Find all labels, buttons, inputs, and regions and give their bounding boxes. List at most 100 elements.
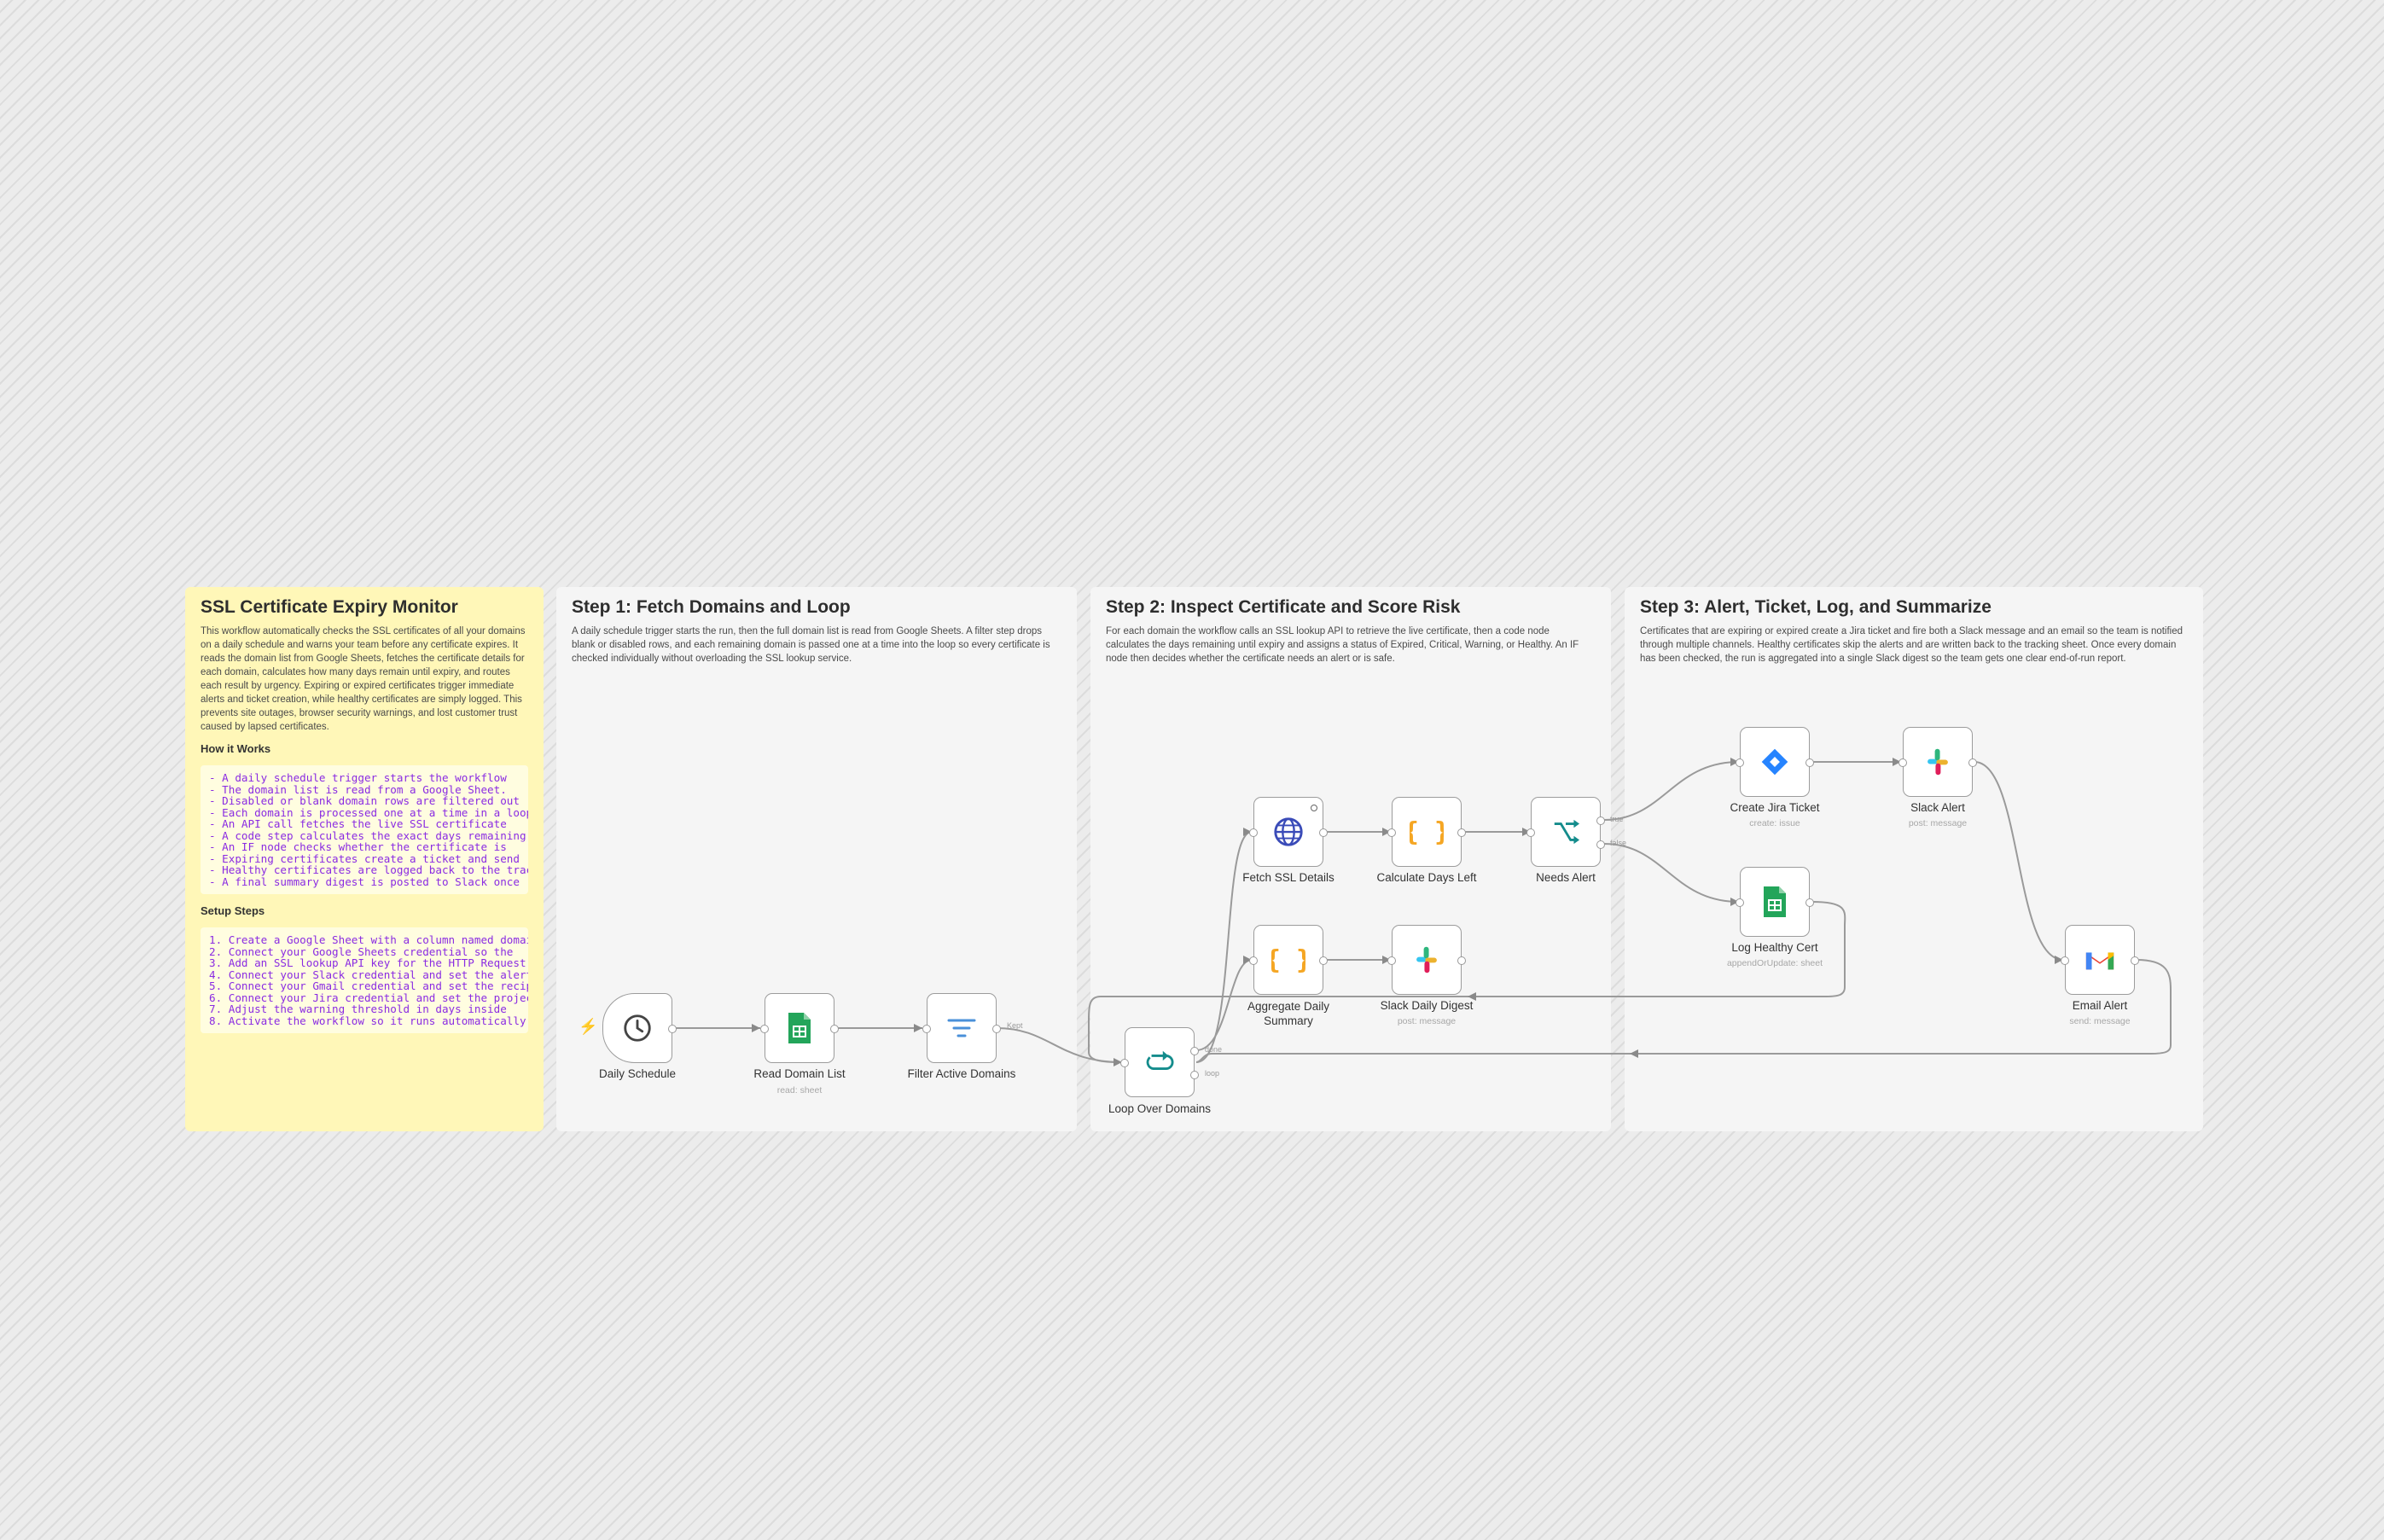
setup-line: 8. Activate the workflow so it runs auto… bbox=[209, 1014, 526, 1027]
step3-title: Step 3: Alert, Ticket, Log, and Summariz… bbox=[1640, 597, 1992, 617]
node-label: Log Healthy Cert bbox=[1731, 941, 1818, 954]
slack-icon bbox=[1928, 748, 1948, 776]
overview-sticky-note[interactable]: SSL Certificate Expiry Monitor This work… bbox=[185, 587, 544, 1131]
input-handle[interactable] bbox=[1736, 758, 1744, 767]
node-label: Fetch SSL Details bbox=[1242, 871, 1334, 884]
loop-output-handle[interactable] bbox=[1190, 1071, 1199, 1079]
node-label: Slack Daily Digest bbox=[1380, 999, 1474, 1012]
how-line: - Healthy certificates are logged back t… bbox=[209, 863, 528, 876]
kept-port-label: Kept bbox=[1007, 1021, 1023, 1030]
setup-line: 2. Connect your Google Sheets credential… bbox=[209, 944, 514, 958]
step3-description: Certificates that are expiring or expire… bbox=[1640, 626, 2183, 664]
overview-description: This workflow automatically checks the S… bbox=[201, 626, 526, 732]
google-sheets-icon bbox=[788, 1013, 811, 1043]
how-line: - Each domain is processed one at a time… bbox=[209, 805, 528, 819]
node-subtitle: appendOrUpdate: sheet bbox=[1726, 958, 1823, 968]
setup-line: 4. Connect your Slack credential and set… bbox=[209, 968, 528, 981]
needs-alert-node[interactable] bbox=[1526, 797, 1605, 867]
false-output-handle[interactable] bbox=[1596, 840, 1605, 849]
svg-text:{ }: { } bbox=[1271, 945, 1305, 975]
setup-line: 6. Connect your Jira credential and set … bbox=[209, 991, 528, 1004]
node-subtitle: read: sheet bbox=[776, 1085, 823, 1095]
input-handle[interactable] bbox=[1249, 828, 1258, 837]
how-line: - Disabled or blank domain rows are filt… bbox=[209, 794, 520, 807]
if-branch-icon bbox=[1554, 819, 1580, 845]
step1-description: A daily schedule trigger starts the run,… bbox=[572, 626, 1050, 664]
node-label: Calculate Days Left bbox=[1376, 871, 1477, 884]
aggregate-daily-summary-node[interactable]: { } bbox=[1249, 925, 1328, 995]
how-line: - An IF node checks whether the certific… bbox=[209, 840, 507, 853]
done-output-handle[interactable] bbox=[1190, 1047, 1199, 1055]
output-handle[interactable] bbox=[1968, 758, 1977, 767]
input-handle[interactable] bbox=[1249, 956, 1258, 965]
setup-line: 7. Adjust the warning threshold in days … bbox=[209, 1002, 507, 1015]
how-it-works-heading: How it Works bbox=[201, 742, 271, 755]
input-handle[interactable] bbox=[922, 1025, 931, 1033]
create-jira-ticket-node[interactable] bbox=[1736, 727, 1814, 797]
loop-over-domains-node[interactable] bbox=[1120, 1027, 1199, 1097]
svg-text:{ }: { } bbox=[1410, 817, 1444, 847]
output-handle[interactable] bbox=[1805, 758, 1814, 767]
input-handle[interactable] bbox=[1387, 828, 1396, 837]
output-handle[interactable] bbox=[1457, 956, 1466, 965]
how-line: - The domain list is read from a Google … bbox=[209, 782, 507, 796]
node-label: Email Alert bbox=[2072, 999, 2128, 1012]
how-line: - An API call fetches the live SSL certi… bbox=[209, 817, 507, 830]
output-handle[interactable] bbox=[1319, 828, 1328, 837]
log-healthy-cert-node[interactable] bbox=[1736, 867, 1814, 937]
node-label: Aggregate Daily Summary bbox=[1247, 1000, 1330, 1027]
slack-alert-node[interactable] bbox=[1898, 727, 1977, 797]
output-handle[interactable] bbox=[992, 1025, 1001, 1033]
loop-icon bbox=[1146, 1050, 1174, 1070]
trigger-bolt-icon: ⚡ bbox=[579, 1018, 598, 1035]
setup-line: 1. Create a Google Sheet with a column n… bbox=[209, 933, 528, 946]
workflow-canvas[interactable]: SSL Certificate Expiry Monitor This work… bbox=[0, 0, 2384, 1540]
how-line: - A code step calculates the exact days … bbox=[209, 828, 526, 842]
calculate-days-left-node[interactable]: { } bbox=[1387, 797, 1466, 867]
input-handle[interactable] bbox=[1387, 956, 1396, 965]
step2-title: Step 2: Inspect Certificate and Score Ri… bbox=[1106, 597, 1461, 617]
input-handle[interactable] bbox=[1898, 758, 1907, 767]
node-label: Needs Alert bbox=[1536, 871, 1596, 884]
step2-description: For each domain the workflow calls an SS… bbox=[1106, 626, 1579, 664]
input-handle[interactable] bbox=[2061, 956, 2069, 965]
clock-icon bbox=[624, 1014, 651, 1042]
setup-steps-list: 1. Create a Google Sheet with a column n… bbox=[201, 927, 528, 1033]
setup-line: 5. Connect your Gmail credential and set… bbox=[209, 979, 528, 992]
false-port-label: false bbox=[1610, 839, 1627, 847]
node-subtitle: post: message bbox=[1397, 1016, 1457, 1026]
done-port-label: done bbox=[1205, 1045, 1223, 1054]
output-handle[interactable] bbox=[1457, 828, 1466, 837]
node-label: Read Domain List bbox=[753, 1067, 846, 1080]
jira-icon bbox=[1761, 748, 1788, 776]
true-port-label: true bbox=[1610, 815, 1624, 823]
output-handle[interactable] bbox=[1319, 956, 1328, 965]
filter-active-domains-node[interactable] bbox=[922, 993, 1001, 1063]
node-subtitle: send: message bbox=[2069, 1016, 2131, 1026]
fetch-ssl-details-node[interactable] bbox=[1249, 797, 1328, 867]
daily-schedule-node[interactable] bbox=[602, 993, 677, 1063]
step3-sticky-note[interactable]: Step 3: Alert, Ticket, Log, and Summariz… bbox=[1625, 587, 2203, 1131]
input-handle[interactable] bbox=[1526, 828, 1535, 837]
true-output-handle[interactable] bbox=[1596, 816, 1605, 825]
output-handle[interactable] bbox=[668, 1025, 677, 1033]
output-handle[interactable] bbox=[2131, 956, 2139, 965]
node-label: Daily Schedule bbox=[598, 1067, 677, 1080]
slack-daily-digest-node[interactable] bbox=[1387, 925, 1466, 995]
how-it-works-list: - A daily schedule trigger starts the wo… bbox=[201, 765, 528, 894]
input-handle[interactable] bbox=[1120, 1059, 1129, 1067]
input-handle[interactable] bbox=[760, 1025, 769, 1033]
output-handle[interactable] bbox=[830, 1025, 839, 1033]
how-line: - A final summary digest is posted to Sl… bbox=[209, 875, 520, 888]
input-handle[interactable] bbox=[1736, 898, 1744, 907]
node-subtitle: post: message bbox=[1908, 818, 1968, 828]
node-label: Create Jira Ticket bbox=[1730, 801, 1820, 814]
read-domain-list-node[interactable] bbox=[760, 993, 839, 1063]
node-label: Slack Alert bbox=[1910, 801, 1965, 814]
step1-title: Step 1: Fetch Domains and Loop bbox=[572, 597, 851, 617]
setup-steps-heading: Setup Steps bbox=[201, 904, 265, 917]
globe-icon bbox=[1274, 817, 1303, 846]
email-alert-node[interactable] bbox=[2061, 925, 2139, 995]
gmail-icon bbox=[2085, 952, 2114, 970]
output-handle[interactable] bbox=[1805, 898, 1814, 907]
